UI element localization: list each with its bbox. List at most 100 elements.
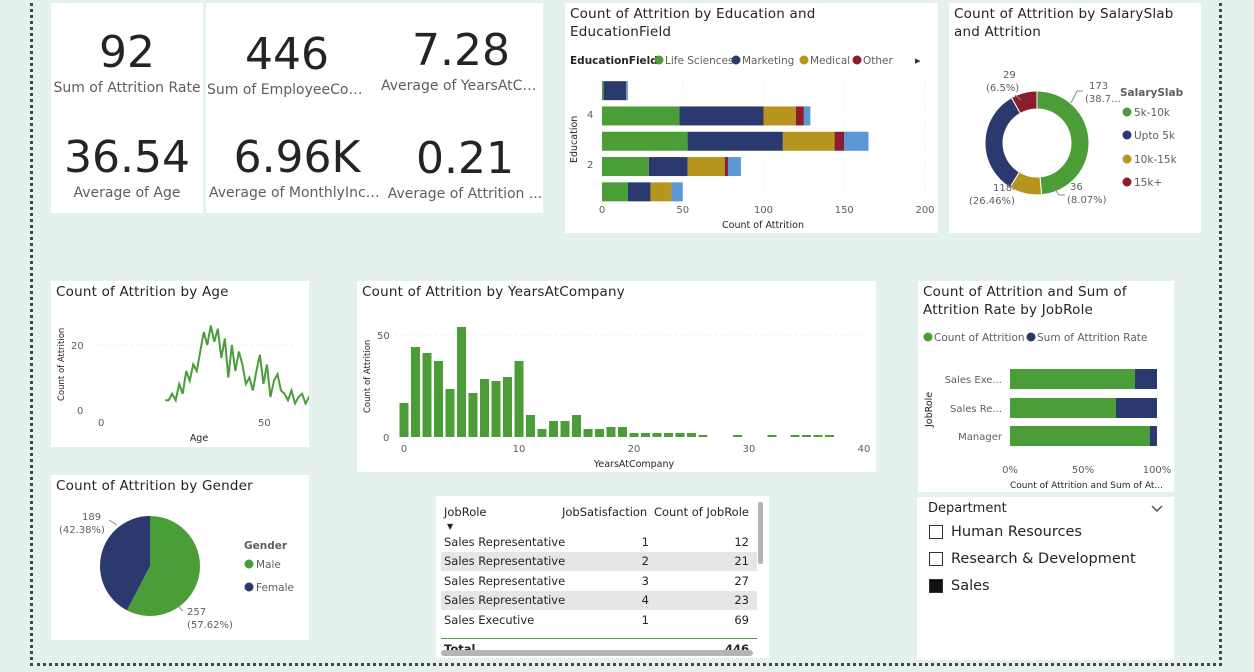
legend-marker-male — [244, 559, 254, 569]
cell-jobrole: Sales Representative — [444, 573, 566, 588]
column-header-jobsatisfaction[interactable]: JobSatisfaction — [559, 505, 649, 519]
slice-label-pct: (6.5%) — [986, 83, 1019, 94]
kpi-label: Average of MonthlyInco... — [209, 185, 385, 201]
age-line-chart: Count of Attrition 20 0 0 50 Age — [57, 325, 309, 444]
slice-label: 189 — [82, 512, 101, 523]
table-row[interactable]: Sales Representative 2 21 — [441, 551, 757, 571]
bar-segment-education-4 — [763, 106, 796, 126]
kpi-value: 36.54 — [64, 132, 190, 183]
slicer-item-human-resources[interactable]: Human Resources — [929, 518, 1136, 545]
legend-item: Female — [256, 582, 294, 594]
legend-title: Gender — [244, 540, 288, 552]
slicer-item-sales[interactable]: Sales — [929, 572, 1136, 599]
table-header-row: JobRole JobSatisfaction Count of JobRole — [441, 500, 757, 524]
bar-years-6 — [468, 393, 478, 437]
legend-marker-medical — [799, 55, 809, 65]
gender-chart-card[interactable]: Count of Attrition by Gender 189 (42.38%… — [51, 475, 309, 640]
kpi-divider — [203, 0, 206, 213]
bar-years-34 — [790, 435, 800, 437]
table-row[interactable]: Sales Representative 4 23 — [441, 590, 757, 610]
bar-count-Sales Exe... — [1010, 369, 1135, 389]
table-row[interactable]: Sales Representative 1 12 — [441, 532, 757, 552]
cell-count: 69 — [734, 612, 749, 627]
legend-marker-upto-5k — [1122, 130, 1132, 140]
legend-marker-marketing — [731, 55, 741, 65]
legend-marker-rate — [1026, 332, 1036, 342]
bar-years-4 — [445, 389, 455, 437]
role-label: Sales Re... — [950, 404, 1002, 415]
bar-rate-Manager — [1149, 426, 1157, 446]
legend-title: EducationField — [570, 55, 658, 67]
donut-slice-5k-10k — [1036, 90, 1090, 196]
x-tick: 150 — [835, 205, 854, 216]
table-vertical-scrollbar[interactable] — [758, 502, 763, 564]
education-chart-card[interactable]: Count of Attrition by Education and Educ… — [565, 3, 938, 233]
jobrole-table-card[interactable]: JobRole JobSatisfaction Count of JobRole… — [436, 496, 769, 658]
bar-years-35 — [802, 435, 811, 437]
bar-years-15 — [572, 415, 581, 437]
bar-years-37 — [825, 435, 834, 437]
donut-slice-Upto 5k — [984, 96, 1022, 189]
bar-segment-education-3 — [844, 131, 869, 151]
checkbox[interactable] — [929, 551, 943, 566]
table-row[interactable]: Sales Representative 3 27 — [441, 571, 757, 591]
slice-label-pct: (57.62%) — [187, 620, 233, 631]
x-tick: 0 — [98, 418, 104, 429]
bar-segment-education-4 — [602, 106, 680, 126]
bar-segment-education-5 — [626, 81, 628, 101]
legend-item: 5k-10k — [1134, 107, 1171, 119]
bar-segment-education-5 — [602, 81, 604, 101]
jobrole-bar-chart: Count of Attrition Sum of Attrition Rate… — [923, 332, 1171, 491]
slice-label-pct: (26.46%) — [969, 196, 1015, 207]
cell-count: 21 — [734, 554, 749, 569]
leader-line — [108, 519, 118, 526]
y-axis-label: JobRole — [924, 392, 935, 428]
years-chart-card[interactable]: Count of Attrition by YearsAtCompany Cou… — [357, 281, 876, 472]
checkbox[interactable] — [929, 524, 943, 539]
bar-years-2 — [422, 353, 432, 437]
age-chart-card[interactable]: Count of Attrition by Age Count of Attri… — [51, 281, 309, 447]
bar-segment-education-4 — [679, 106, 764, 126]
kpi-employee-count: 446 Sum of EmployeeCount — [207, 29, 367, 99]
bar-years-19 — [618, 427, 627, 437]
cell-jobsatisfaction: 1 — [641, 612, 649, 627]
legend-marker-female — [244, 582, 254, 592]
y-tick: 2 — [587, 160, 593, 171]
column-header-count[interactable]: Count of JobRole — [649, 505, 753, 519]
bar-years-23 — [664, 433, 673, 437]
bar-years-29 — [733, 435, 742, 437]
years-bar-chart: Count of Attrition 50 0 0 10 20 30 40 YearsA… — [363, 327, 870, 470]
kpi-attrition-rate: 92 Sum of Attrition Rate — [51, 27, 203, 97]
department-slicer[interactable]: Department Human Resources Research & De… — [917, 497, 1174, 660]
column-header-jobrole[interactable]: JobRole — [441, 505, 559, 519]
bar-segment-education-1 — [627, 182, 651, 202]
bar-years-9 — [503, 377, 512, 437]
legend-item: Male — [256, 559, 281, 571]
leader-line — [1070, 90, 1083, 104]
bar-years-16 — [583, 429, 593, 437]
bar-segment-education-5 — [603, 81, 627, 101]
salary-donut-chart: 173 (38.7... 36 (8.07%) 118 (26.46%) 29 … — [969, 70, 1184, 207]
kpi-label: Sum of EmployeeCount — [207, 82, 367, 98]
bar-segment-education-2 — [727, 157, 741, 177]
jobrole-chart-card[interactable]: Count of Attrition and Sum of Attrition … — [918, 281, 1174, 492]
bar-years-17 — [595, 429, 604, 437]
slicer-item-label: Research & Development — [951, 550, 1136, 567]
kpi-value: 446 — [245, 29, 329, 80]
kpi-label: Average of Attrition ... — [387, 186, 543, 202]
bar-years-21 — [641, 433, 650, 437]
table-row[interactable]: Sales Executive 1 69 — [441, 610, 757, 630]
legend-item: 10k-15k — [1134, 154, 1178, 166]
bar-years-13 — [549, 421, 558, 437]
bar-segment-education-2 — [648, 157, 688, 177]
role-label: Manager — [958, 432, 1003, 443]
slicer-item-research-development[interactable]: Research & Development — [929, 545, 1136, 572]
x-tick: 50% — [1072, 465, 1094, 476]
legend-item: Other — [863, 55, 893, 67]
table-horizontal-scrollbar[interactable] — [441, 650, 753, 656]
checkbox-checked[interactable] — [929, 578, 943, 593]
slicer-item-label: Sales — [951, 577, 990, 594]
salary-chart-card[interactable]: Count of Attrition by SalarySlab and Att… — [949, 3, 1201, 233]
bar-years-32 — [767, 435, 777, 437]
chevron-down-icon[interactable] — [1150, 504, 1164, 514]
